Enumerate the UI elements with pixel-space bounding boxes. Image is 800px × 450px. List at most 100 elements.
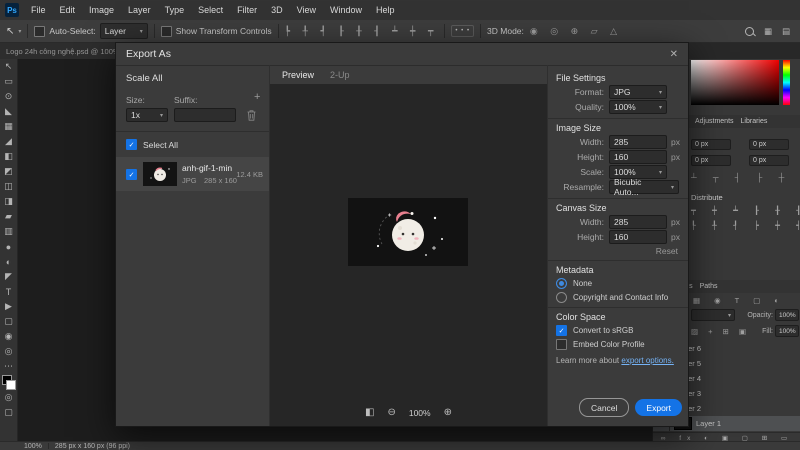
path-selection-tool-icon[interactable]: ▶ [0,299,17,314]
history-brush-tool-icon[interactable]: ◨ [0,194,17,209]
suffix-input[interactable] [174,108,236,122]
property-field-2[interactable]: 0 px [749,139,789,150]
checkbox-checked-icon[interactable]: ✓ [556,325,567,336]
align-buttons-icons[interactable]: ┡ ╀ ┩ ┠ ╂ ┨ ┷ ┿ ┯ [285,26,439,37]
metadata-option-copyright[interactable]: Copyright and Contact Info [556,292,680,303]
quick-selection-tool-icon[interactable]: ◣ [0,104,17,119]
quick-mask-icon[interactable]: ◎ [0,390,17,405]
tab-2up[interactable]: 2-Up [330,70,350,80]
menu-select[interactable]: Select [191,0,230,20]
search-icon[interactable] [744,26,754,36]
menu-edit[interactable]: Edit [53,0,83,20]
delete-scale-icon[interactable] [247,110,256,121]
gradient-tool-icon[interactable]: ▥ [0,224,17,239]
checkbox-icon[interactable] [556,339,567,350]
file-name: anh-gif-1-min [182,163,233,173]
cancel-button[interactable]: Cancel [578,398,630,417]
type-tool-icon[interactable]: T [0,284,17,299]
menu-type[interactable]: Type [158,0,192,20]
zoom-in-icon[interactable]: ⊕ [444,407,452,418]
tab-preview[interactable]: Preview [282,70,314,80]
show-transform-checkbox[interactable] [160,25,172,37]
property-field-3[interactable]: 0 px [691,155,731,166]
preview-zoom-level[interactable]: 100% [409,408,431,418]
resample-dropdown[interactable]: Bicubic Auto... ▾ [609,177,679,197]
property-field-1[interactable]: 0 px [691,139,731,150]
auto-select-checkbox[interactable] [34,25,46,37]
shape-tool-icon[interactable]: ▢ [0,314,17,329]
marquee-tool-icon[interactable]: ▭ [0,74,17,89]
hue-slider[interactable] [783,60,790,105]
add-scale-icon[interactable]: + [254,91,260,103]
layer-filter-icons[interactable]: ▦ ◉ T ▢ ◐ [693,296,785,305]
preview-canvas[interactable]: ◧ ⊖ 100% ⊕ [270,84,547,426]
reset-button[interactable]: Reset [556,246,678,256]
mode-buttons-icons[interactable]: ◉ ◎ ⊕ ▱ △ [530,26,622,37]
property-field-4[interactable]: 0 px [749,155,789,166]
menu-window[interactable]: Window [323,0,369,20]
quality-dropdown[interactable]: 100% ▾ [609,100,667,114]
blend-mode-dropdown[interactable]: ▾ [691,309,735,321]
export-file-item[interactable]: ✓ anh-gif-1-min JPG 285 x 160 12.4 KB [116,157,269,191]
more-options-button[interactable]: • • • [451,25,475,37]
distribute-icons-row-2[interactable]: ┞ ╀ ┦ ┝ ┿ ┥ [691,221,800,230]
eraser-tool-icon[interactable]: ▰ [0,209,17,224]
select-all-checkbox[interactable]: ✓ [126,139,137,150]
zoom-level[interactable]: 100% [24,443,42,450]
menu-image[interactable]: Image [82,0,121,20]
size-dropdown[interactable]: 1x ▾ [126,108,168,122]
dodge-tool-icon[interactable]: ◐ [0,254,17,269]
blur-tool-icon[interactable]: ● [0,239,17,254]
workspace-icon[interactable]: ▤ [782,26,790,37]
canvas-height-input[interactable]: 160 [609,230,667,244]
hand-tool-icon[interactable]: ◉ [0,329,17,344]
move-tool-icon[interactable]: ↖ [0,59,17,74]
export-button[interactable]: Export [635,399,682,416]
menu-view[interactable]: View [290,0,323,20]
fit-screen-icon[interactable]: ◧ [365,407,374,418]
screen-mode-icon[interactable]: ▢ [0,405,17,420]
lasso-tool-icon[interactable]: ⊙ [0,89,17,104]
brush-tool-icon[interactable]: ◩ [0,164,17,179]
format-dropdown[interactable]: JPG ▾ [609,85,667,99]
distribute-icons-row-1[interactable]: ┯ ┿ ┷ ┠ ╂ ┨ [691,206,800,215]
convert-srgb-option[interactable]: ✓ Convert to sRGB [556,325,680,336]
metadata-option-none[interactable]: None [556,278,680,289]
tab-adjustments[interactable]: Adjustments [695,118,734,125]
canvas-width-input[interactable]: 285 [609,215,667,229]
tab-paths[interactable]: Paths [700,283,718,290]
eyedropper-tool-icon[interactable]: ◢ [0,134,17,149]
fill-dropdown[interactable]: 100% [775,325,799,337]
pen-tool-icon[interactable]: ◤ [0,269,17,284]
image-width-input[interactable]: 285 [609,135,667,149]
photoshop-logo-icon[interactable]: Ps [5,3,19,17]
tab-libraries[interactable]: Libraries [741,118,768,125]
align-icons-row[interactable]: ┴ ┬ ┤ ├ ┼ [691,173,791,182]
menu-file[interactable]: File [24,0,53,20]
select-all-row[interactable]: ✓ Select All [126,139,178,150]
close-icon[interactable]: ✕ [670,49,678,60]
edit-toolbar-icon[interactable]: ⋯ [0,359,17,374]
crop-tool-icon[interactable]: ▦ [0,119,17,134]
color-swatches[interactable] [0,374,17,390]
zoom-tool-icon[interactable]: ◎ [0,344,17,359]
opacity-dropdown[interactable]: 100% [775,309,799,321]
export-options-link[interactable]: export options. [621,356,673,365]
file-checkbox[interactable]: ✓ [126,169,137,180]
background-color-swatch[interactable] [6,380,16,390]
menu-layer[interactable]: Layer [121,0,158,20]
image-height-input[interactable]: 160 [609,150,667,164]
menu-3d[interactable]: 3D [264,0,290,20]
auto-select-dropdown[interactable]: Layer ▾ [99,23,148,39]
move-tool-icon[interactable]: ↖ [6,26,14,37]
clone-stamp-tool-icon[interactable]: ◫ [0,179,17,194]
arrange-documents-icon[interactable]: ▦ [764,26,772,37]
radio-selected-icon[interactable] [556,278,567,289]
menu-filter[interactable]: Filter [230,0,264,20]
radio-icon[interactable] [556,292,567,303]
zoom-out-icon[interactable]: ⊖ [387,407,395,418]
menu-help[interactable]: Help [369,0,402,20]
embed-profile-option[interactable]: Embed Color Profile [556,339,680,350]
healing-brush-tool-icon[interactable]: ◧ [0,149,17,164]
color-picker-field[interactable] [691,60,779,105]
